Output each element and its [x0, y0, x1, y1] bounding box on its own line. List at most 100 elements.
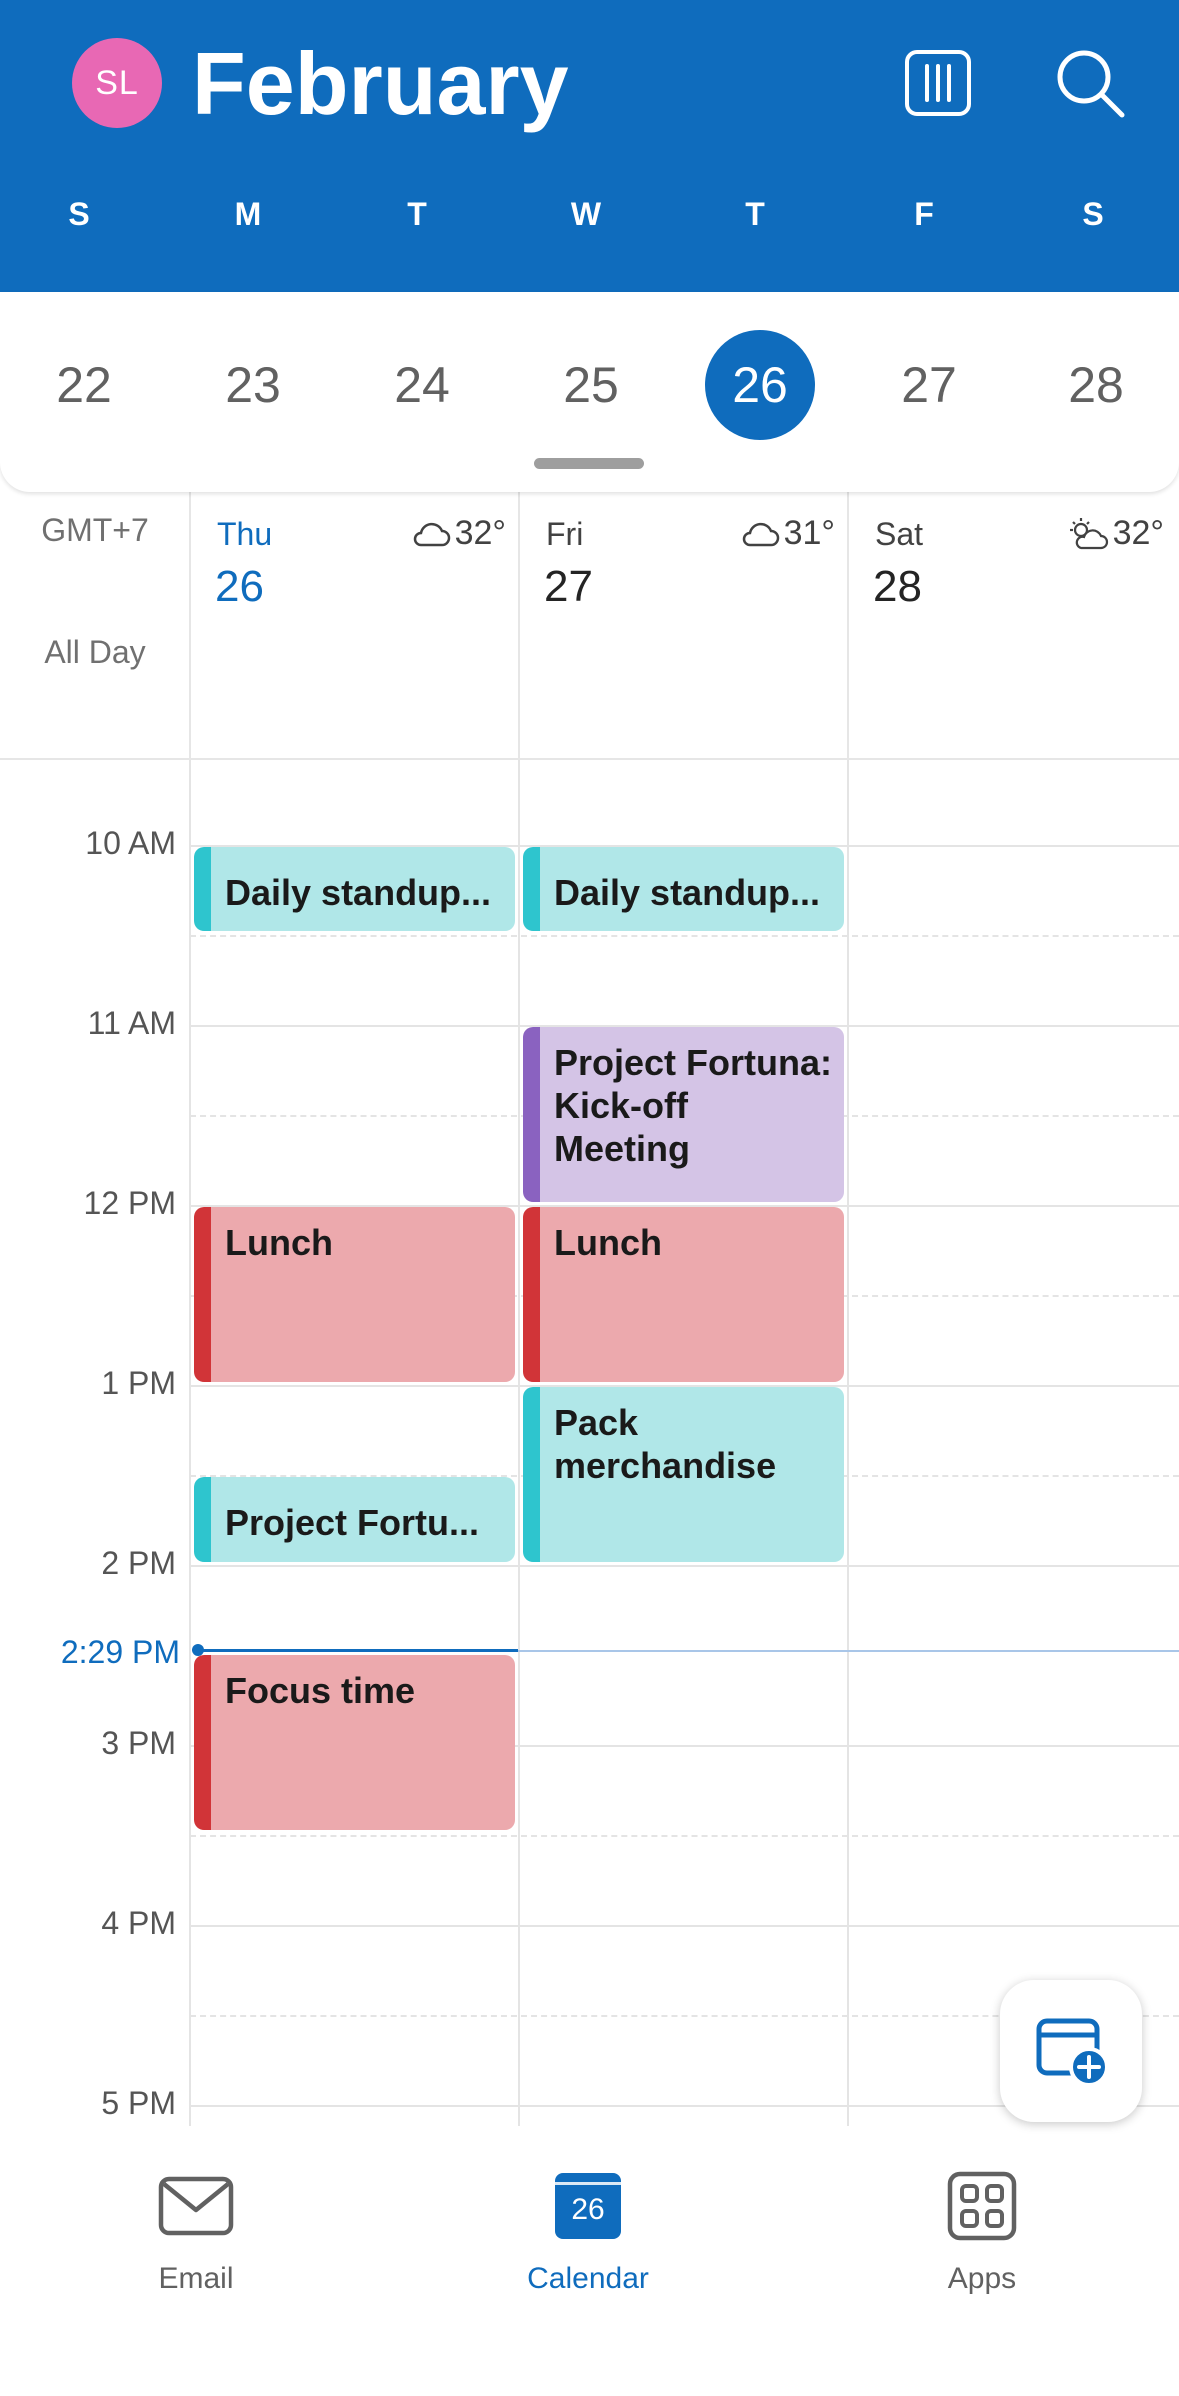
event-color-bar — [523, 1027, 540, 1202]
date-cell[interactable]: 24 — [367, 330, 477, 440]
day-number: 27 — [544, 562, 593, 611]
new-event-button[interactable] — [1000, 1980, 1142, 2122]
current-time-label: 2:29 PM — [60, 1634, 180, 1670]
temperature: 32° — [1112, 514, 1164, 552]
nav-label: Email — [158, 2262, 234, 2295]
event-project-fortuna[interactable]: Project Fortu... — [194, 1477, 515, 1562]
search-icon — [1057, 50, 1125, 118]
event-color-bar — [523, 1387, 540, 1562]
hour-line — [190, 1925, 1179, 1927]
envelope-icon — [158, 2176, 234, 2236]
hour-label: 11 AM — [87, 1005, 176, 1041]
bottom-navigation: Email 26 Calendar Apps — [0, 2126, 1179, 2396]
event-color-bar — [194, 847, 211, 931]
day-name: Fri — [546, 516, 584, 552]
event-daily-standup[interactable]: Daily standup... — [194, 847, 515, 931]
calendar-icon: 26 — [555, 2173, 621, 2239]
drag-handle[interactable] — [534, 458, 644, 469]
event-color-bar — [523, 847, 540, 931]
temperature: 32° — [454, 514, 506, 552]
column-divider — [518, 760, 520, 2126]
event-pack-merchandise[interactable]: Pack merchandise — [523, 1387, 844, 1562]
half-hour-line — [190, 935, 1179, 937]
view-switcher-button[interactable] — [893, 38, 983, 128]
event-color-bar — [194, 1655, 211, 1830]
day-header-area: GMT+7 All Day Thu 26 32° Fri 27 31° Sat … — [0, 492, 1179, 760]
hour-line — [190, 1565, 1179, 1567]
column-view-icon — [905, 50, 971, 116]
event-color-bar — [523, 1207, 540, 1382]
hour-label: 5 PM — [101, 2085, 176, 2121]
weather: 32° — [411, 514, 506, 553]
weather: 32° — [1067, 514, 1164, 553]
event-title: Daily standup... — [225, 872, 492, 913]
search-button[interactable] — [1045, 38, 1135, 128]
nav-label: Calendar — [527, 2262, 649, 2295]
weekday-label: T — [407, 196, 427, 232]
weekday-row: S M T W T F S — [0, 196, 1179, 246]
day-number: 28 — [873, 562, 922, 611]
hour-label: 12 PM — [83, 1185, 176, 1221]
weather: 31° — [740, 514, 835, 553]
temperature: 31° — [783, 514, 835, 552]
date-cell[interactable]: 23 — [198, 330, 308, 440]
all-day-label: All Day — [44, 634, 146, 670]
hour-label: 4 PM — [101, 1905, 176, 1941]
day-header-sat[interactable]: Sat 28 32° — [849, 506, 1178, 611]
add-event-icon — [1036, 2018, 1109, 2087]
current-time-line — [518, 1650, 1179, 1652]
month-title[interactable]: February — [192, 34, 569, 134]
weekday-label: S — [68, 196, 90, 232]
calendar-icon-day: 26 — [571, 2193, 605, 2226]
column-divider — [189, 760, 191, 2126]
event-lunch[interactable]: Lunch — [523, 1207, 844, 1382]
weekday-label: F — [914, 196, 934, 232]
weekday-label: T — [745, 196, 765, 232]
event-title: Pack merchandise — [554, 1402, 777, 1486]
cloud-icon — [413, 522, 450, 546]
apps-grid-icon — [947, 2171, 1017, 2241]
weekday-label: W — [570, 196, 602, 232]
hour-label: 3 PM — [101, 1725, 176, 1761]
timezone-label: GMT+7 — [41, 512, 149, 548]
day-name: Thu — [217, 516, 273, 552]
day-number: 26 — [215, 562, 264, 611]
day-name: Sat — [875, 516, 924, 552]
hour-label: 10 AM — [85, 825, 176, 861]
event-title: Project Fortuna: Kick-off Meeting — [554, 1042, 833, 1169]
current-time-line — [196, 1649, 518, 1652]
date-cell[interactable]: 28 — [1041, 330, 1151, 440]
nav-apps[interactable]: Apps — [862, 2166, 1102, 2296]
event-project-fortuna-kickoff[interactable]: Project Fortuna: Kick-off Meeting — [523, 1027, 844, 1202]
half-hour-line — [190, 1835, 1179, 1837]
nav-calendar[interactable]: 26 Calendar — [468, 2166, 708, 2296]
day-header-fri[interactable]: Fri 27 31° — [520, 506, 849, 611]
nav-email[interactable]: Email — [76, 2166, 316, 2296]
hour-label: 1 PM — [101, 1365, 176, 1401]
week-date-strip: 22 23 24 25 26 27 28 — [0, 292, 1179, 492]
partly-sunny-icon — [1069, 517, 1108, 549]
event-lunch[interactable]: Lunch — [194, 1207, 515, 1382]
time-grid[interactable]: 10 AM 11 AM 12 PM 1 PM 2 PM 3 PM 4 PM 5 … — [0, 760, 1179, 2126]
event-daily-standup[interactable]: Daily standup... — [523, 847, 844, 931]
date-cell[interactable]: 25 — [536, 330, 646, 440]
hour-label: 2 PM — [101, 1545, 176, 1581]
cloud-icon — [742, 522, 779, 546]
date-cell[interactable]: 27 — [874, 330, 984, 440]
date-cell[interactable]: 22 — [29, 330, 139, 440]
event-title: Daily standup... — [554, 872, 821, 913]
event-color-bar — [194, 1207, 211, 1382]
event-title: Lunch — [554, 1222, 662, 1263]
column-divider — [847, 760, 849, 2126]
day-header-thu[interactable]: Thu 26 32° — [191, 506, 520, 611]
weekday-label: S — [1082, 196, 1104, 232]
event-color-bar — [194, 1477, 211, 1562]
date-cell-selected[interactable]: 26 — [705, 330, 815, 440]
event-title: Project Fortu... — [225, 1502, 480, 1543]
account-avatar[interactable]: SL — [72, 38, 162, 128]
event-focus-time[interactable]: Focus time — [194, 1655, 515, 1830]
event-title: Lunch — [225, 1222, 333, 1263]
event-title: Focus time — [225, 1670, 416, 1711]
nav-label: Apps — [947, 2262, 1017, 2295]
app-header: SL February S M T W T F S — [0, 0, 1179, 292]
